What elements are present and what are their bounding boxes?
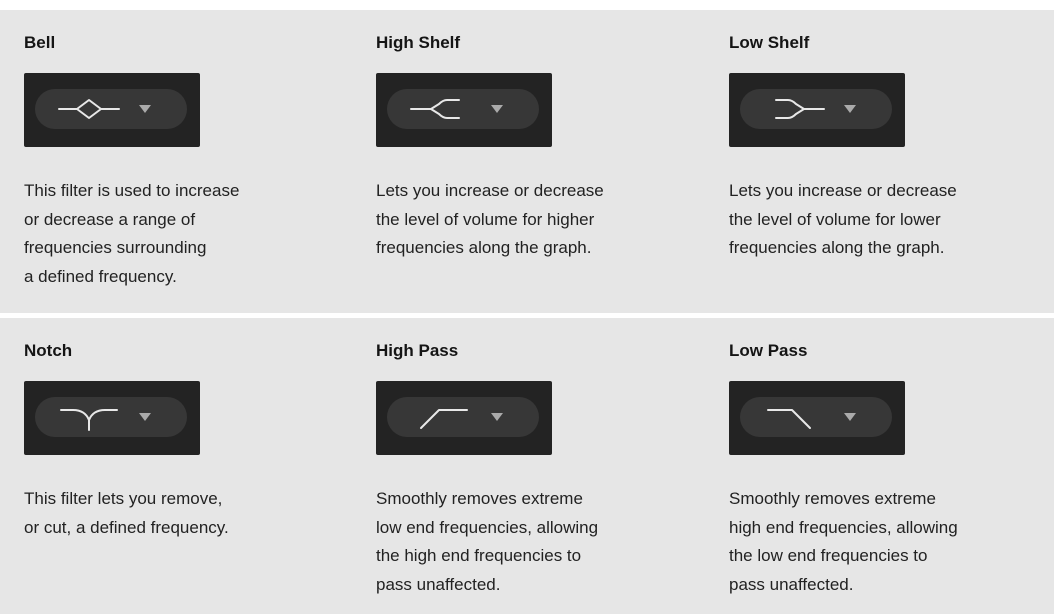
high-pass-filter-type-dropdown[interactable] <box>387 397 539 437</box>
high-pass-title: High Pass <box>376 341 459 360</box>
low-shelf-curve-icon <box>775 99 825 119</box>
bell-filter-type-dropdown[interactable] <box>35 89 187 129</box>
low-pass-curve-icon <box>767 409 811 429</box>
description-line: This filter is used to increase <box>24 181 240 200</box>
bell-curve-icon <box>58 99 120 119</box>
low-pass-control-panel <box>729 381 905 455</box>
description-line: the level of volume for lower <box>729 209 941 229</box>
filter-cell-notch: Notch This filter lets you remove, or cut,… <box>24 318 354 614</box>
description-line: This filter lets you remove, <box>24 489 223 508</box>
description-line: pass unaffected. <box>376 574 501 594</box>
notch-control-panel <box>24 381 200 455</box>
notch-curve-icon <box>60 409 118 431</box>
filter-row-1: Bell This filter is used to increase or de… <box>0 10 1054 313</box>
high-pass-curve-icon <box>420 409 468 429</box>
high-pass-control-panel <box>376 381 552 455</box>
high-shelf-control-panel <box>376 73 552 147</box>
filter-row-2: Notch This filter lets you remove, or cut,… <box>0 318 1054 614</box>
triangle-down-icon <box>491 413 503 421</box>
filter-cell-high-pass: High Pass Smoothly removes extreme low end… <box>376 318 706 614</box>
description-line: the high end frequencies to <box>376 546 582 565</box>
description-line: frequencies surrounding <box>24 238 207 257</box>
description-line: or decrease a range of <box>24 209 196 229</box>
triangle-down-icon <box>139 105 151 113</box>
description-line: the low end frequencies to <box>729 546 928 565</box>
high-shelf-curve-icon <box>410 99 460 119</box>
description-line: Lets you increase or decrease <box>729 181 957 200</box>
description-line: a defined frequency. <box>24 266 177 286</box>
low-pass-title: Low Pass <box>729 341 808 360</box>
filter-cell-low-shelf: Low Shelf Lets you increase or decrease th… <box>729 10 1054 313</box>
high-shelf-title: High Shelf <box>376 33 461 52</box>
notch-filter-type-dropdown[interactable] <box>35 397 187 437</box>
high-pass-description: Smoothly removes extreme low end frequenc… <box>376 485 686 599</box>
triangle-down-icon <box>491 105 503 113</box>
filter-types-table: Bell This filter is used to increase or de… <box>0 0 1054 614</box>
triangle-down-icon <box>844 413 856 421</box>
low-pass-filter-type-dropdown[interactable] <box>740 397 892 437</box>
description-line: Smoothly removes extreme <box>729 489 936 508</box>
low-shelf-title: Low Shelf <box>729 33 810 52</box>
description-line: the level of volume for higher <box>376 209 595 229</box>
bell-description: This filter is used to increase or decrea… <box>24 177 334 291</box>
notch-description: This filter lets you remove, or cut, a de… <box>24 485 334 542</box>
description-line: frequencies along the graph. <box>729 238 945 257</box>
description-line: frequencies along the graph. <box>376 238 592 257</box>
filter-cell-low-pass: Low Pass Smoothly removes extreme high end… <box>729 318 1054 614</box>
low-pass-description: Smoothly removes extreme high end frequen… <box>729 485 1039 599</box>
description-line: high end frequencies, allowing <box>729 517 958 537</box>
filter-cell-high-shelf: High Shelf Lets you increase or decrease t… <box>376 10 706 313</box>
description-line: pass unaffected. <box>729 574 854 594</box>
description-line: low end frequencies, allowing <box>376 517 599 537</box>
description-line: Lets you increase or decrease <box>376 181 604 200</box>
bell-title: Bell <box>24 33 56 52</box>
description-line: Smoothly removes extreme <box>376 489 583 508</box>
description-line: or cut, a defined frequency. <box>24 517 229 537</box>
high-shelf-filter-type-dropdown[interactable] <box>387 89 539 129</box>
low-shelf-description: Lets you increase or decrease the level o… <box>729 177 1039 263</box>
notch-title: Notch <box>24 341 73 360</box>
bell-control-panel <box>24 73 200 147</box>
low-shelf-filter-type-dropdown[interactable] <box>740 89 892 129</box>
triangle-down-icon <box>844 105 856 113</box>
high-shelf-description: Lets you increase or decrease the level o… <box>376 177 686 263</box>
low-shelf-control-panel <box>729 73 905 147</box>
filter-cell-bell: Bell This filter is used to increase or de… <box>24 10 354 313</box>
triangle-down-icon <box>139 413 151 421</box>
